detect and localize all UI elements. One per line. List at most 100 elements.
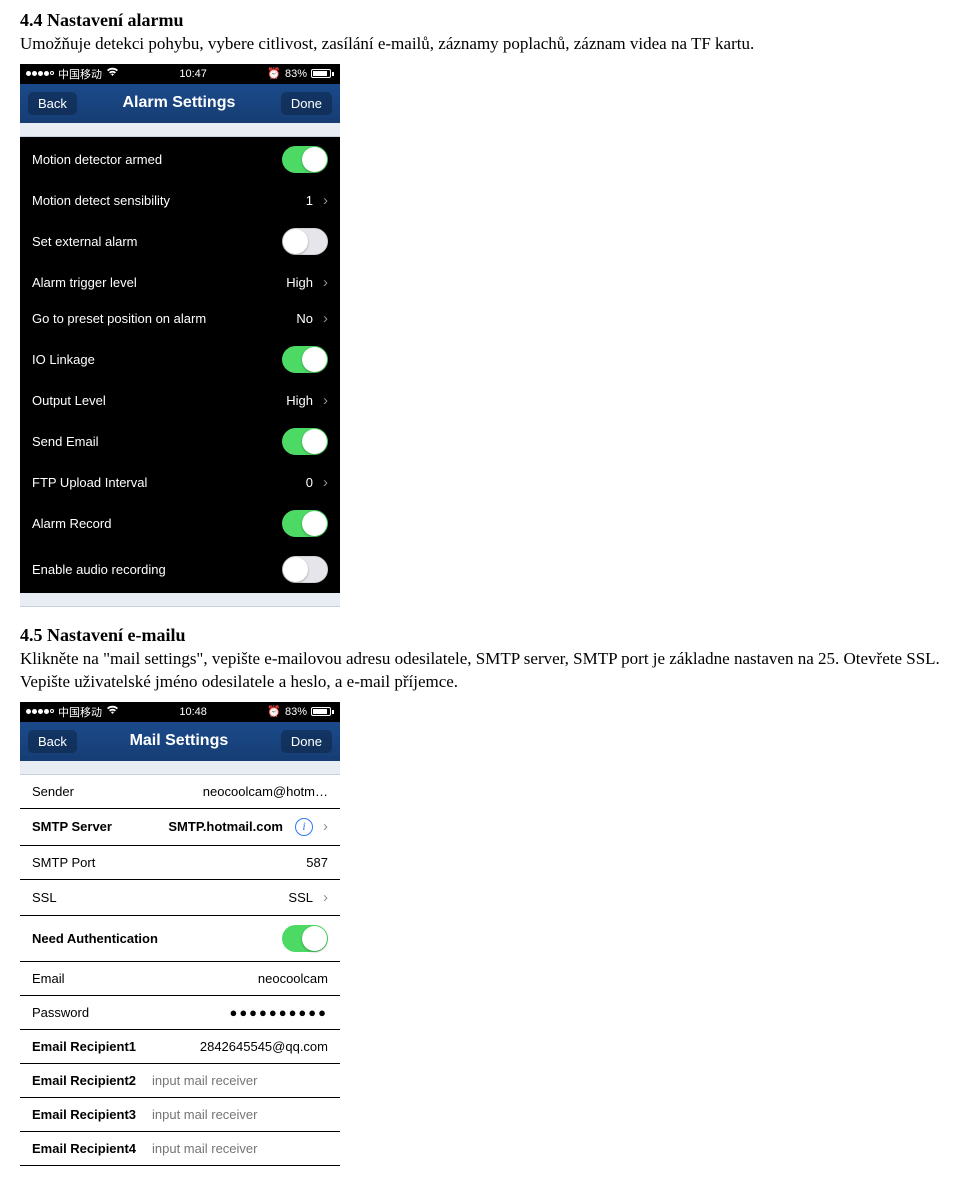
sub-bar xyxy=(20,123,340,137)
input-recipient-2[interactable] xyxy=(152,1073,328,1088)
label-trigger: Alarm trigger level xyxy=(32,275,137,290)
input-recipient-3[interactable] xyxy=(152,1107,328,1122)
value-output: High xyxy=(286,393,313,408)
nav-title: Alarm Settings xyxy=(122,94,235,112)
toggle-motion-armed[interactable] xyxy=(282,146,328,173)
row-motion-armed[interactable]: Motion detector armed xyxy=(20,137,340,183)
label-port: SMTP Port xyxy=(32,855,95,870)
row-email[interactable]: Email neocoolcam xyxy=(20,962,340,996)
row-smtp-server[interactable]: SMTP Server SMTP.hotmail.com i › xyxy=(20,809,340,846)
label-ftp: FTP Upload Interval xyxy=(32,475,147,490)
row-send-email[interactable]: Send Email xyxy=(20,419,340,465)
status-bar: 中国移动 10:48 ⏰ 83% xyxy=(20,702,340,722)
section-heading-email: 4.5 Nastavení e-mailu xyxy=(20,625,940,646)
nav-bar: Back Alarm Settings Done xyxy=(20,84,340,123)
wifi-icon xyxy=(106,67,119,80)
toggle-auth[interactable] xyxy=(282,925,328,952)
label-recipient-2: Email Recipient2 xyxy=(32,1073,136,1088)
label-sender: Sender xyxy=(32,784,74,799)
chevron-right-icon: › xyxy=(323,818,328,835)
row-ssl[interactable]: SSL SSL › xyxy=(20,880,340,916)
sub-bar xyxy=(20,761,340,775)
alarm-clock-icon: ⏰ xyxy=(267,67,281,80)
battery-percent: 83% xyxy=(285,68,307,80)
screenshot-alarm-settings: 中国移动 10:47 ⏰ 83% Back Alarm Settings Don… xyxy=(20,64,340,607)
label-smtp: SMTP Server xyxy=(32,819,112,834)
back-button[interactable]: Back xyxy=(28,92,77,115)
row-preset-position[interactable]: Go to preset position on alarm No › xyxy=(20,301,340,337)
value-password[interactable]: ●●●●●●●●●● xyxy=(229,1005,328,1020)
value-motion-sens: 1 xyxy=(306,193,313,208)
value-port[interactable]: 587 xyxy=(306,855,328,870)
status-bar: 中国移动 10:47 ⏰ 83% xyxy=(20,64,340,84)
chevron-right-icon: › xyxy=(323,474,328,491)
label-recipient-4: Email Recipient4 xyxy=(32,1141,136,1156)
row-motion-sensibility[interactable]: Motion detect sensibility 1› xyxy=(20,183,340,219)
toggle-audio[interactable] xyxy=(282,556,328,583)
chevron-right-icon: › xyxy=(323,889,328,906)
signal-dots-icon xyxy=(26,709,54,714)
section-body-email: Klikněte na "mail settings", vepište e-m… xyxy=(20,648,940,694)
row-trigger-level[interactable]: Alarm trigger level High › xyxy=(20,265,340,301)
label-motion-armed: Motion detector armed xyxy=(32,152,162,167)
battery-percent: 83% xyxy=(285,706,307,718)
bottom-bar xyxy=(20,593,340,607)
value-trigger: High xyxy=(286,275,313,290)
row-smtp-port[interactable]: SMTP Port 587 xyxy=(20,846,340,880)
clock-label: 10:48 xyxy=(179,706,207,718)
row-recipient-1[interactable]: Email Recipient1 2842645545@qq.com xyxy=(20,1030,340,1064)
section-body-alarm: Umožňuje detekci pohybu, vybere citlivos… xyxy=(20,33,940,56)
toggle-io[interactable] xyxy=(282,346,328,373)
row-recipient-2[interactable]: Email Recipient2 xyxy=(20,1064,340,1098)
value-smtp[interactable]: SMTP.hotmail.com xyxy=(168,819,283,834)
chevron-right-icon: › xyxy=(323,192,328,209)
nav-title: Mail Settings xyxy=(130,732,229,750)
signal-dots-icon xyxy=(26,71,54,76)
input-recipient-4[interactable] xyxy=(152,1141,328,1156)
label-audio: Enable audio recording xyxy=(32,562,166,577)
back-button[interactable]: Back xyxy=(28,730,77,753)
value-ftp: 0 xyxy=(306,475,313,490)
carrier-label: 中国移动 xyxy=(58,66,102,82)
toggle-send-email[interactable] xyxy=(282,428,328,455)
label-output: Output Level xyxy=(32,393,106,408)
row-io-linkage[interactable]: IO Linkage xyxy=(20,337,340,383)
value-sender[interactable]: neocoolcam@hotm… xyxy=(203,784,328,799)
row-audio-recording[interactable]: Enable audio recording xyxy=(20,547,340,593)
label-recipient-1: Email Recipient1 xyxy=(32,1039,136,1054)
value-preset: No xyxy=(296,311,313,326)
label-record: Alarm Record xyxy=(32,516,111,531)
chevron-right-icon: › xyxy=(323,274,328,291)
info-icon[interactable]: i xyxy=(295,818,313,836)
label-send-email: Send Email xyxy=(32,434,98,449)
chevron-right-icon: › xyxy=(323,310,328,327)
label-ext-alarm: Set external alarm xyxy=(32,234,138,249)
screenshot-mail-settings: 中国移动 10:48 ⏰ 83% Back Mail Settings Done… xyxy=(20,702,340,1166)
row-recipient-3[interactable]: Email Recipient3 xyxy=(20,1098,340,1132)
label-email: Email xyxy=(32,971,65,986)
row-external-alarm[interactable]: Set external alarm xyxy=(20,219,340,265)
row-need-auth[interactable]: Need Authentication xyxy=(20,916,340,962)
value-email[interactable]: neocoolcam xyxy=(258,971,328,986)
chevron-right-icon: › xyxy=(323,392,328,409)
done-button[interactable]: Done xyxy=(281,730,332,753)
section-heading-alarm: 4.4 Nastavení alarmu xyxy=(20,10,940,31)
battery-icon xyxy=(311,69,334,78)
label-ssl: SSL xyxy=(32,890,57,905)
carrier-label: 中国移动 xyxy=(58,704,102,720)
label-recipient-3: Email Recipient3 xyxy=(32,1107,136,1122)
row-sender[interactable]: Sender neocoolcam@hotm… xyxy=(20,775,340,809)
done-button[interactable]: Done xyxy=(281,92,332,115)
toggle-record[interactable] xyxy=(282,510,328,537)
row-ftp-interval[interactable]: FTP Upload Interval 0 › xyxy=(20,465,340,501)
value-ssl: SSL xyxy=(288,890,313,905)
row-recipient-4[interactable]: Email Recipient4 xyxy=(20,1132,340,1166)
label-preset: Go to preset position on alarm xyxy=(32,311,206,326)
label-password: Password xyxy=(32,1005,89,1020)
toggle-ext-alarm[interactable] xyxy=(282,228,328,255)
row-alarm-record[interactable]: Alarm Record xyxy=(20,501,340,547)
value-recipient-1[interactable]: 2842645545@qq.com xyxy=(200,1039,328,1054)
row-output-level[interactable]: Output Level High › xyxy=(20,383,340,419)
nav-bar: Back Mail Settings Done xyxy=(20,722,340,761)
label-auth: Need Authentication xyxy=(32,931,158,946)
